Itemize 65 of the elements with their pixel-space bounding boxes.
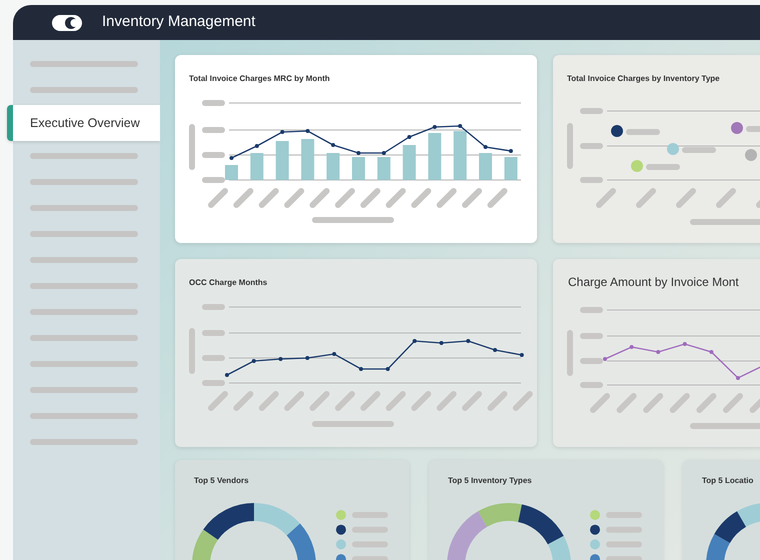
- chart-dot: [611, 125, 623, 137]
- donut-segment: [737, 503, 760, 528]
- card-title: Top 5 Locatio: [702, 476, 754, 486]
- label-placeholder: [746, 126, 760, 132]
- card-title: Total Invoice Charges MRC by Month: [189, 74, 330, 84]
- chart-point: [356, 151, 360, 155]
- chart-bar: [352, 157, 365, 180]
- chart-point: [254, 144, 259, 148]
- card-title: OCC Charge Months: [189, 278, 268, 288]
- chart-point: [520, 353, 524, 357]
- chart-point: [439, 341, 444, 345]
- chart-point: [225, 373, 229, 377]
- chart-point: [484, 145, 488, 149]
- donut-segment: [714, 512, 746, 544]
- app-title: Inventory Management: [102, 12, 256, 32]
- chart-bar: [402, 145, 416, 180]
- chart-point: [382, 151, 386, 155]
- chart-point: [230, 156, 234, 160]
- chart-bar: [225, 165, 238, 180]
- logo-icon: [52, 14, 82, 30]
- card-title: Charge Amount by Invoice Mont: [568, 275, 739, 289]
- chart-point: [682, 342, 687, 346]
- chart-point: [386, 367, 390, 371]
- label-placeholder: [682, 147, 716, 153]
- chart-point: [331, 143, 336, 147]
- chart-dot: [631, 160, 643, 172]
- chart-point: [458, 124, 462, 128]
- chart-dot: [745, 149, 757, 161]
- chart-point: [709, 350, 714, 354]
- chart-point: [412, 339, 417, 343]
- chart-point: [278, 357, 283, 361]
- chart-bar: [479, 153, 492, 180]
- chart-point: [656, 350, 660, 354]
- chart-bar: [301, 139, 314, 180]
- chart-point: [305, 356, 310, 360]
- chart-point: [508, 149, 513, 153]
- chart-point: [736, 376, 740, 380]
- chart-point: [432, 125, 437, 129]
- chart-bar: [276, 141, 289, 180]
- sidebar-item[interactable]: Executive Overview: [7, 105, 160, 141]
- chart-bar: [454, 131, 467, 180]
- chart-point: [306, 129, 310, 133]
- chart-point: [603, 357, 607, 361]
- label-placeholder: [626, 129, 660, 135]
- chart-bar: [326, 153, 340, 180]
- card-title: Total Invoice Charges by Inventory Type: [567, 74, 720, 84]
- chart-point: [252, 359, 256, 363]
- chart-dot: [731, 122, 743, 134]
- chart-point: [332, 352, 336, 356]
- chart-point: [630, 345, 634, 349]
- chart-point: [466, 339, 470, 343]
- chart-bar: [377, 157, 390, 180]
- chart-point: [359, 367, 363, 371]
- chart-bar: [504, 157, 518, 180]
- donut-segment: [253, 503, 300, 536]
- card-title: Top 5 Inventory Types: [448, 476, 532, 486]
- chart-bar: [428, 133, 442, 180]
- label-placeholder: [646, 164, 680, 170]
- chart-point: [493, 348, 497, 352]
- donut-segment: [706, 534, 730, 560]
- chart-point: [407, 135, 412, 139]
- chart-bar: [250, 153, 264, 180]
- card-title: Top 5 Vendors: [194, 476, 249, 486]
- chart-dot: [667, 143, 679, 155]
- chart-point: [280, 130, 284, 134]
